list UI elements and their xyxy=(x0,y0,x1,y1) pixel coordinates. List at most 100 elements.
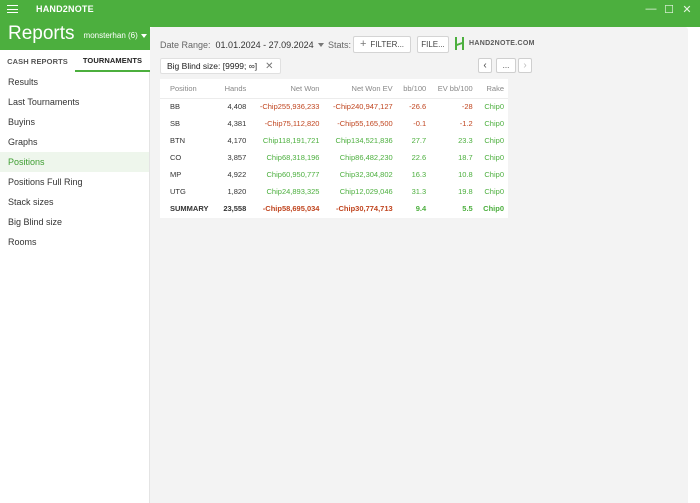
maximize-icon[interactable]: ☐ xyxy=(660,0,678,18)
cell-bb100: 27.7 xyxy=(411,136,427,145)
tab-cash-reports[interactable]: CASH REPORTS xyxy=(0,50,75,72)
column-header[interactable]: Position xyxy=(160,79,217,99)
date-range-select[interactable]: 01.01.2024 - 27.09.2024 xyxy=(216,40,324,50)
sidebar-item-rooms[interactable]: Rooms xyxy=(0,232,149,252)
sidebar-item-big-blind-size[interactable]: Big Blind size xyxy=(0,212,149,232)
cell-net-won: -Chip58,695,034 xyxy=(262,204,320,213)
app-title: HAND2NOTE xyxy=(36,4,94,14)
cell-rake: Chip0 xyxy=(484,102,504,112)
file-button[interactable]: FILE... xyxy=(417,36,449,53)
cell-position: UTG xyxy=(170,187,186,196)
filter-button[interactable]: + FILTER... xyxy=(353,36,411,53)
cell-bb100: -26.6 xyxy=(409,102,427,112)
positions-table-card: Position Hands Net Won Net Won EV bb/100… xyxy=(160,79,508,218)
cell-hands: 4,381 xyxy=(227,119,247,128)
cell-ev-bb100: 19.8 xyxy=(458,187,473,196)
table-row[interactable]: SB 4,381 -Chip75,112,820 -Chip55,165,500… xyxy=(160,115,508,132)
sidebar-item-positions[interactable]: Positions xyxy=(0,152,149,172)
cell-position: MP xyxy=(170,170,182,179)
cell-rake: Chip0 xyxy=(484,136,504,145)
column-header[interactable]: Net Won EV xyxy=(323,79,397,99)
cell-net-won-ev: Chip86,482,230 xyxy=(339,153,393,162)
date-range-label: Date Range: xyxy=(160,40,211,50)
cell-ev-bb100: 18.7 xyxy=(458,153,473,162)
cell-net-won-ev: -Chip55,165,500 xyxy=(337,119,393,128)
hand2note-logo[interactable]: HAND2NOTE.COM xyxy=(454,37,535,50)
table-row[interactable]: MP 4,922 Chip60,950,777 Chip32,304,802 1… xyxy=(160,166,508,183)
summary-row: SUMMARY 23,558 -Chip58,695,034 -Chip30,7… xyxy=(160,200,508,217)
cell-rake: Chip0 xyxy=(484,119,504,128)
cell-hands: 4,170 xyxy=(227,136,247,145)
cell-ev-bb100: 23.3 xyxy=(458,136,473,145)
cell-bb100: 16.3 xyxy=(411,170,427,179)
cell-hands: 4,922 xyxy=(227,170,247,179)
sidebar: Results Last Tournaments Buyins Graphs P… xyxy=(0,72,150,503)
cell-net-won: Chip24,893,325 xyxy=(266,187,320,196)
cell-rake: Chip0 xyxy=(484,153,504,162)
close-icon[interactable]: ✕ xyxy=(678,0,696,18)
active-filter-label: Big Blind size: [9999; ∞] xyxy=(167,61,258,71)
cell-net-won: -Chip255,936,233 xyxy=(259,102,320,112)
main-panel: Date Range: 01.01.2024 - 27.09.2024 Stat… xyxy=(150,27,688,503)
table-row[interactable]: UTG 1,820 Chip24,893,325 Chip12,029,046 … xyxy=(160,183,508,200)
cell-position: SUMMARY xyxy=(170,204,209,213)
column-header[interactable]: Net Won xyxy=(250,79,324,99)
sidebar-item-stack-sizes[interactable]: Stack sizes xyxy=(0,192,149,212)
cell-net-won: -Chip75,112,820 xyxy=(264,119,320,128)
sidebar-item-positions-full-ring[interactable]: Positions Full Ring xyxy=(0,172,149,192)
minimize-icon[interactable]: — xyxy=(642,0,660,18)
cell-net-won: Chip60,950,777 xyxy=(266,170,320,179)
logo-icon xyxy=(454,37,466,50)
cell-net-won-ev: Chip12,029,046 xyxy=(339,187,393,196)
cell-net-won-ev: Chip32,304,802 xyxy=(339,170,393,179)
cell-hands: 1,820 xyxy=(227,187,247,196)
table-row[interactable]: BTN 4,170 Chip118,191,721 Chip134,521,83… xyxy=(160,132,508,149)
header-band xyxy=(150,18,700,27)
cell-rake: Chip0 xyxy=(484,170,504,179)
tab-tournaments[interactable]: TOURNAMENTS xyxy=(75,50,150,72)
cell-rake: Chip0 xyxy=(483,204,504,213)
cell-bb100: -0.1 xyxy=(413,119,427,128)
table-row[interactable]: BB 4,408 -Chip255,936,233 -Chip240,947,1… xyxy=(160,98,508,115)
cell-position: BB xyxy=(170,102,181,112)
sidebar-item-last-tournaments[interactable]: Last Tournaments xyxy=(0,92,149,112)
filter-button-label: FILTER... xyxy=(370,40,405,49)
close-icon[interactable]: ✕ xyxy=(265,61,273,72)
cell-ev-bb100: 5.5 xyxy=(462,204,473,213)
cell-position: SB xyxy=(170,119,181,128)
column-header[interactable]: EV bb/100 xyxy=(430,79,477,99)
cell-ev-bb100: -1.2 xyxy=(459,119,473,128)
cell-bb100: 9.4 xyxy=(415,204,427,213)
sidebar-item-graphs[interactable]: Graphs xyxy=(0,132,149,152)
positions-table: Position Hands Net Won Net Won EV bb/100… xyxy=(160,79,508,217)
active-filter-chip[interactable]: Big Blind size: [9999; ∞] ✕ xyxy=(160,58,281,74)
page-title: Reports xyxy=(8,23,75,44)
menu-icon[interactable] xyxy=(0,0,24,18)
cell-hands: 4,408 xyxy=(227,102,247,112)
logo-text: HAND2NOTE.COM xyxy=(469,40,535,47)
date-range-value: 01.01.2024 - 27.09.2024 xyxy=(215,40,314,50)
column-header[interactable]: bb/100 xyxy=(396,79,431,99)
user-selector[interactable]: monsterhan (6) xyxy=(84,31,147,40)
report-tabs: CASH REPORTS TOURNAMENTS xyxy=(0,50,150,72)
cell-hands: 3,857 xyxy=(227,153,247,162)
cell-net-won: Chip68,318,196 xyxy=(266,153,320,162)
cell-hands: 23,558 xyxy=(223,204,247,213)
cell-net-won-ev: Chip134,521,836 xyxy=(335,136,393,145)
column-header[interactable]: Rake xyxy=(476,79,508,99)
sidebar-item-buyins[interactable]: Buyins xyxy=(0,112,149,132)
more-button[interactable]: ... xyxy=(496,58,516,73)
column-header[interactable]: Hands xyxy=(216,79,251,99)
user-name: monsterhan (6) xyxy=(83,31,138,40)
prev-page-button[interactable]: ‹ xyxy=(478,58,492,73)
sidebar-item-results[interactable]: Results xyxy=(0,72,149,92)
window-controls: — ☐ ✕ xyxy=(642,0,696,18)
reports-header: Reports monsterhan (6) xyxy=(0,18,150,50)
next-page-button[interactable]: › xyxy=(518,58,532,73)
cell-net-won-ev: -Chip240,947,127 xyxy=(333,102,393,112)
chevron-down-icon xyxy=(317,43,324,47)
cell-bb100: 31.3 xyxy=(411,187,427,196)
table-row[interactable]: CO 3,857 Chip68,318,196 Chip86,482,230 2… xyxy=(160,149,508,166)
cell-position: CO xyxy=(170,153,182,162)
cell-ev-bb100: -28 xyxy=(461,102,473,112)
